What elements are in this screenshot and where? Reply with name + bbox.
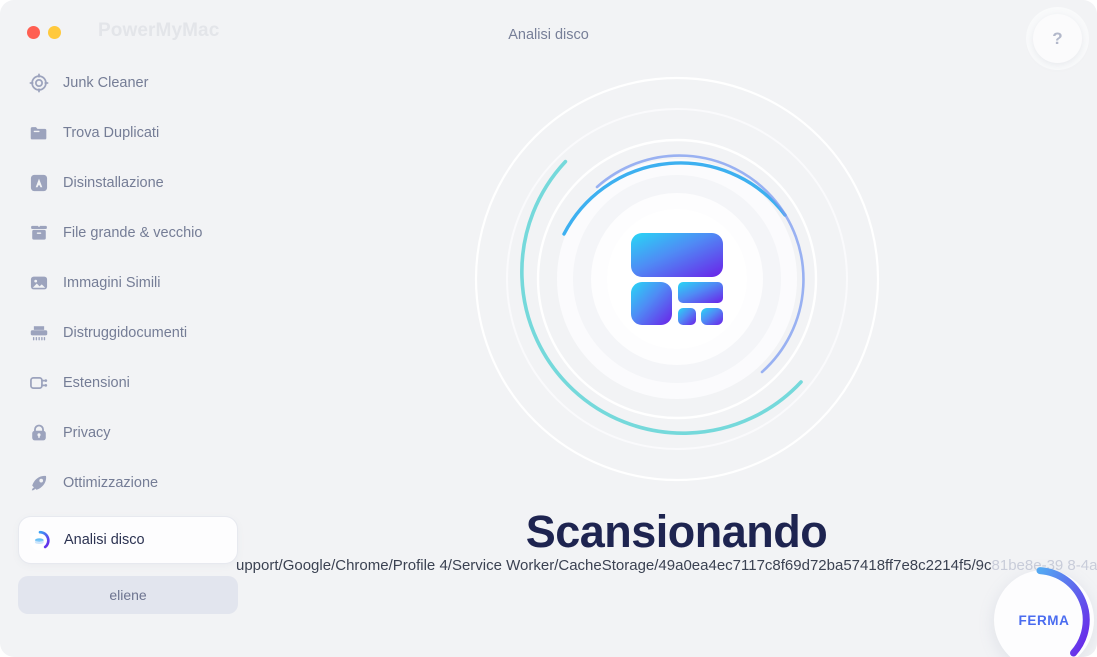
archive-box-icon <box>28 222 50 244</box>
sidebar-item-label: Privacy <box>63 425 111 441</box>
disk-gauge-icon <box>29 529 51 551</box>
sidebar-item-junk-cleaner[interactable]: Junk Cleaner <box>18 66 238 100</box>
app-package-icon <box>28 172 50 194</box>
plug-icon <box>28 372 50 394</box>
sidebar-action-button[interactable]: eliene <box>18 576 238 614</box>
sidebar-nav: Junk Cleaner Trova Duplicati Disinstalla… <box>0 66 256 564</box>
stop-scan-button-wrapper: FERMA <box>984 560 1097 657</box>
image-icon <box>28 272 50 294</box>
sidebar-item-label: Distruggidocumenti <box>63 325 188 341</box>
sidebar-item-label: Estensioni <box>63 375 130 391</box>
sidebar-item-analisi-disco[interactable]: Analisi disco <box>18 516 238 564</box>
stop-scan-button[interactable]: FERMA <box>994 570 1094 657</box>
sidebar-item-label: Trova Duplicati <box>63 125 160 141</box>
sidebar-item-label: Disinstallazione <box>63 175 164 191</box>
sidebar: Junk Cleaner Trova Duplicati Disinstalla… <box>0 66 256 657</box>
scan-stage: Scansionando upport/Google/Chrome/Profil… <box>236 60 1097 657</box>
folder-icon <box>28 122 50 144</box>
sidebar-item-file-grande-vecchio[interactable]: File grande & vecchio <box>18 216 238 250</box>
sidebar-item-distruggidocumenti[interactable]: Distruggidocumenti <box>18 316 238 350</box>
help-button[interactable]: ? <box>1033 14 1082 63</box>
target-icon <box>28 72 50 94</box>
traffic-lights <box>27 26 61 39</box>
sidebar-item-label: Junk Cleaner <box>63 75 149 91</box>
sidebar-item-trova-duplicati[interactable]: Trova Duplicati <box>18 116 238 150</box>
sidebar-item-label: File grande & vecchio <box>63 225 203 241</box>
help-button-wrapper: ? <box>1033 14 1082 63</box>
sidebar-item-immagini-simili[interactable]: Immagini Simili <box>18 266 238 300</box>
sidebar-item-label: Immagini Simili <box>63 275 161 291</box>
sidebar-item-label: Analisi disco <box>64 532 145 548</box>
sidebar-item-estensioni[interactable]: Estensioni <box>18 366 238 400</box>
sidebar-item-privacy[interactable]: Privacy <box>18 416 238 450</box>
shredder-icon <box>28 322 50 344</box>
sidebar-item-disinstallazione[interactable]: Disinstallazione <box>18 166 238 200</box>
sidebar-item-ottimizzazione[interactable]: Ottimizzazione <box>18 466 238 500</box>
rocket-icon <box>28 472 50 494</box>
close-window-button[interactable] <box>27 26 40 39</box>
scan-current-path: upport/Google/Chrome/Profile 4/Service W… <box>236 557 1097 574</box>
lock-icon <box>28 422 50 444</box>
app-window: PowerMyMac Analisi disco ? Junk Cleaner <box>0 0 1097 657</box>
scan-status-title: Scansionando <box>525 506 828 557</box>
minimize-window-button[interactable] <box>48 26 61 39</box>
disk-analysis-grid-icon <box>629 231 725 327</box>
sidebar-item-label: Ottimizzazione <box>63 475 159 491</box>
brand-title: PowerMyMac <box>98 20 220 41</box>
scan-rings <box>467 69 887 489</box>
scan-current-path-visible: upport/Google/Chrome/Profile 4/Service W… <box>236 557 992 574</box>
